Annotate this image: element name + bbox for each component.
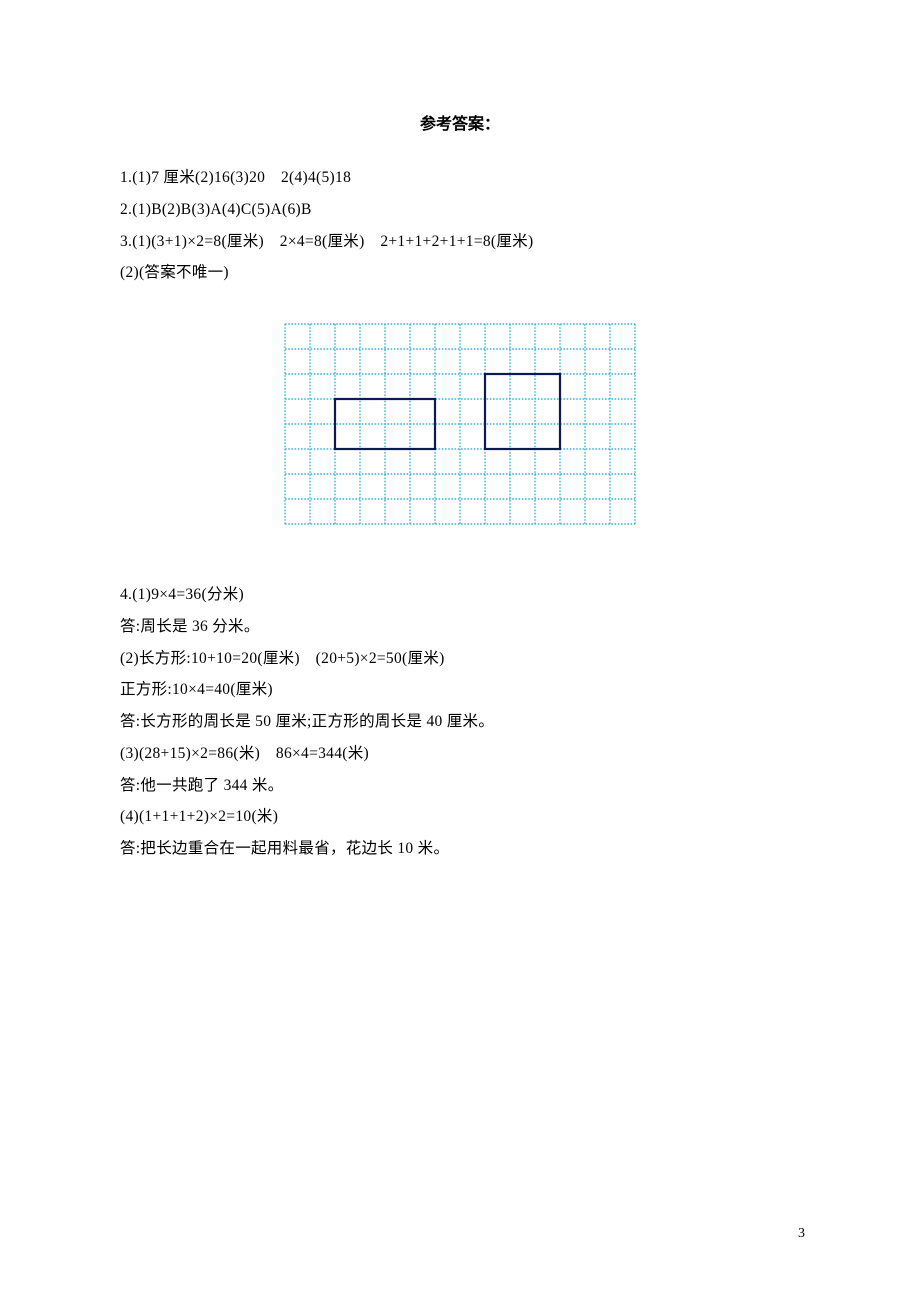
answer-line: (4)(1+1+1+2)×2=10(米) xyxy=(120,801,800,833)
page-title: 参考答案： xyxy=(120,110,800,134)
answer-line: 3.(1)(3+1)×2=8(厘米) 2×4=8(厘米) 2+1+1+2+1+1… xyxy=(120,226,800,258)
grid-svg xyxy=(284,323,636,525)
grid-figure xyxy=(120,323,800,525)
answer-line: 答:把长边重合在一起用料最省，花边长 10 米。 xyxy=(120,833,800,865)
answers-top: 1.(1)7 厘米(2)16(3)20 2(4)4(5)18 2.(1)B(2)… xyxy=(120,162,800,289)
answer-line: (2)(答案不唯一) xyxy=(120,257,800,289)
answers-bottom: 4.(1)9×4=36(分米) 答:周长是 36 分米。 (2)长方形:10+1… xyxy=(120,579,800,865)
answer-line: 4.(1)9×4=36(分米) xyxy=(120,579,800,611)
answer-line: 答:他一共跑了 344 米。 xyxy=(120,770,800,802)
answer-line: (2)长方形:10+10=20(厘米) (20+5)×2=50(厘米) xyxy=(120,643,800,675)
answer-line: 1.(1)7 厘米(2)16(3)20 2(4)4(5)18 xyxy=(120,162,800,194)
page-content: 参考答案： 1.(1)7 厘米(2)16(3)20 2(4)4(5)18 2.(… xyxy=(120,110,800,865)
page-number: 3 xyxy=(798,1226,805,1242)
answer-line: 2.(1)B(2)B(3)A(4)C(5)A(6)B xyxy=(120,194,800,226)
answer-line: 正方形:10×4=40(厘米) xyxy=(120,674,800,706)
answer-line: 答:长方形的周长是 50 厘米;正方形的周长是 40 厘米。 xyxy=(120,706,800,738)
answer-line: 答:周长是 36 分米。 xyxy=(120,611,800,643)
answer-line: (3)(28+15)×2=86(米) 86×4=344(米) xyxy=(120,738,800,770)
